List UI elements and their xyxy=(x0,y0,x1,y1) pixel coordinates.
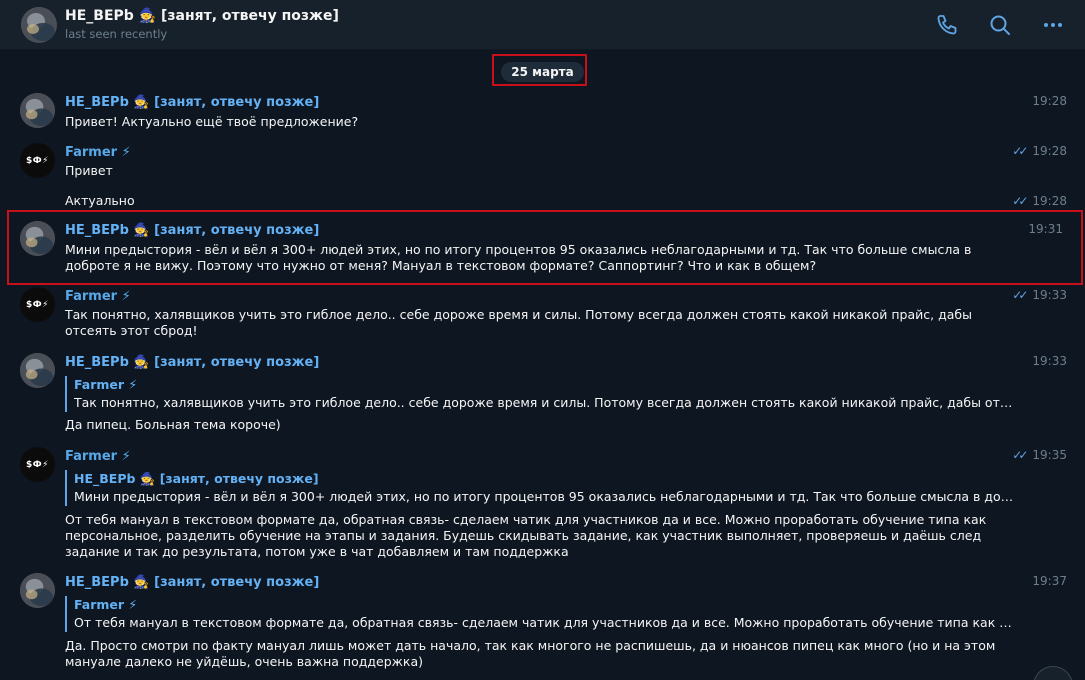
message-text: Да. Просто смотри по факту мануал лишь м… xyxy=(65,638,996,669)
time-label: 19:33 xyxy=(1032,288,1067,302)
message-text: Да пипец. Больная тема короче) xyxy=(65,417,281,432)
message-sender[interactable]: HE_BEPb 🧙 [занят, отвечу позже] xyxy=(65,575,319,590)
phone-icon[interactable] xyxy=(934,12,960,38)
message-sender[interactable]: Farmer ⚡ xyxy=(65,449,131,464)
message-sender[interactable]: HE_BEPb 🧙 [занят, отвечу позже] xyxy=(65,223,319,238)
sender-avatar[interactable]: $Ф⚡ xyxy=(20,287,55,322)
message-text: Так понятно, халявщиков учить это гиблое… xyxy=(65,307,972,338)
sender-avatar[interactable]: $Ф⚡ xyxy=(20,143,55,178)
time-label: 19:35 xyxy=(1032,448,1067,462)
double-check-icon: ✓✓ xyxy=(1012,288,1028,302)
avatar-text: $Ф⚡ xyxy=(25,299,49,310)
message-sender[interactable]: Farmer ⚡ xyxy=(65,145,131,160)
message-text: От тебя мануал в текстовом формате да, о… xyxy=(65,512,987,559)
date-highlight-box xyxy=(492,54,587,86)
time-label: 19:28 xyxy=(1032,194,1067,208)
time-label: 19:31 xyxy=(1028,222,1063,236)
more-dots-icon[interactable] xyxy=(1040,12,1066,38)
reply-sender: Farmer ⚡ xyxy=(74,377,138,392)
message-time: 19:33 xyxy=(1032,354,1067,368)
reply-sender: Farmer ⚡ xyxy=(74,597,138,612)
peer-status: last seen recently xyxy=(65,27,168,41)
message-text: Привет xyxy=(65,163,113,178)
message-sender[interactable]: HE_BEPb 🧙 [занят, отвечу позже] xyxy=(65,95,319,110)
avatar-text: $Ф⚡ xyxy=(25,459,49,470)
message-time: 19:31 xyxy=(1028,222,1063,236)
message-text: Привет! Актуально ещё твоё предложение? xyxy=(65,114,359,129)
scroll-down-button[interactable] xyxy=(1033,666,1073,680)
peer-name[interactable]: HE_BEPb 🧙 [занят, отвечу позже] xyxy=(65,8,339,24)
double-check-icon: ✓✓ xyxy=(1012,144,1028,158)
message-time: 19:28 xyxy=(1032,94,1067,108)
sender-avatar[interactable] xyxy=(20,93,55,128)
chat-window: HE_BEPb 🧙 [занят, отвечу позже] last see… xyxy=(0,0,1085,680)
message-time: ✓✓ 19:35 xyxy=(1012,448,1067,462)
avatar-text: $Ф⚡ xyxy=(25,155,49,166)
message-time: ✓✓ 19:28 xyxy=(1012,144,1067,158)
sender-avatar[interactable] xyxy=(20,573,55,608)
sender-avatar[interactable]: $Ф⚡ xyxy=(20,447,55,482)
time-label: 19:37 xyxy=(1032,574,1067,588)
search-icon[interactable] xyxy=(987,12,1013,38)
message-time: ✓✓ 19:28 xyxy=(1012,194,1067,208)
time-label: 19:28 xyxy=(1032,144,1067,158)
time-label: 19:28 xyxy=(1032,94,1067,108)
double-check-icon: ✓✓ xyxy=(1012,448,1028,462)
reply-preview[interactable]: Farmer ⚡ Так понятно, халявщиков учить э… xyxy=(65,376,1019,412)
message-text: Актуально xyxy=(65,193,135,208)
message-sender[interactable]: HE_BEPb 🧙 [занят, отвечу позже] xyxy=(65,355,319,370)
time-label: 19:33 xyxy=(1032,354,1067,368)
chat-header: HE_BEPb 🧙 [занят, отвечу позже] last see… xyxy=(0,0,1085,50)
message-time: 19:37 xyxy=(1032,574,1067,588)
message-text: Мини предыстория - вёл и вёл я 300+ люде… xyxy=(65,242,972,273)
sender-avatar[interactable] xyxy=(20,221,55,256)
peer-avatar[interactable] xyxy=(21,7,57,43)
reply-preview[interactable]: Farmer ⚡ От тебя мануал в текстовом форм… xyxy=(65,596,1019,632)
reply-text: Мини предыстория - вёл и вёл я 300+ люде… xyxy=(74,489,1019,504)
message-sender[interactable]: Farmer ⚡ xyxy=(65,289,131,304)
reply-text: Так понятно, халявщиков учить это гиблое… xyxy=(74,395,1019,410)
reply-sender: HE_BEPb 🧙 [занят, отвечу позже] xyxy=(74,471,319,486)
reply-preview[interactable]: HE_BEPb 🧙 [занят, отвечу позже] Мини пре… xyxy=(65,470,1019,506)
reply-text: От тебя мануал в текстовом формате да, о… xyxy=(74,615,1019,630)
sender-avatar[interactable] xyxy=(20,353,55,388)
message-time: ✓✓ 19:33 xyxy=(1012,288,1067,302)
